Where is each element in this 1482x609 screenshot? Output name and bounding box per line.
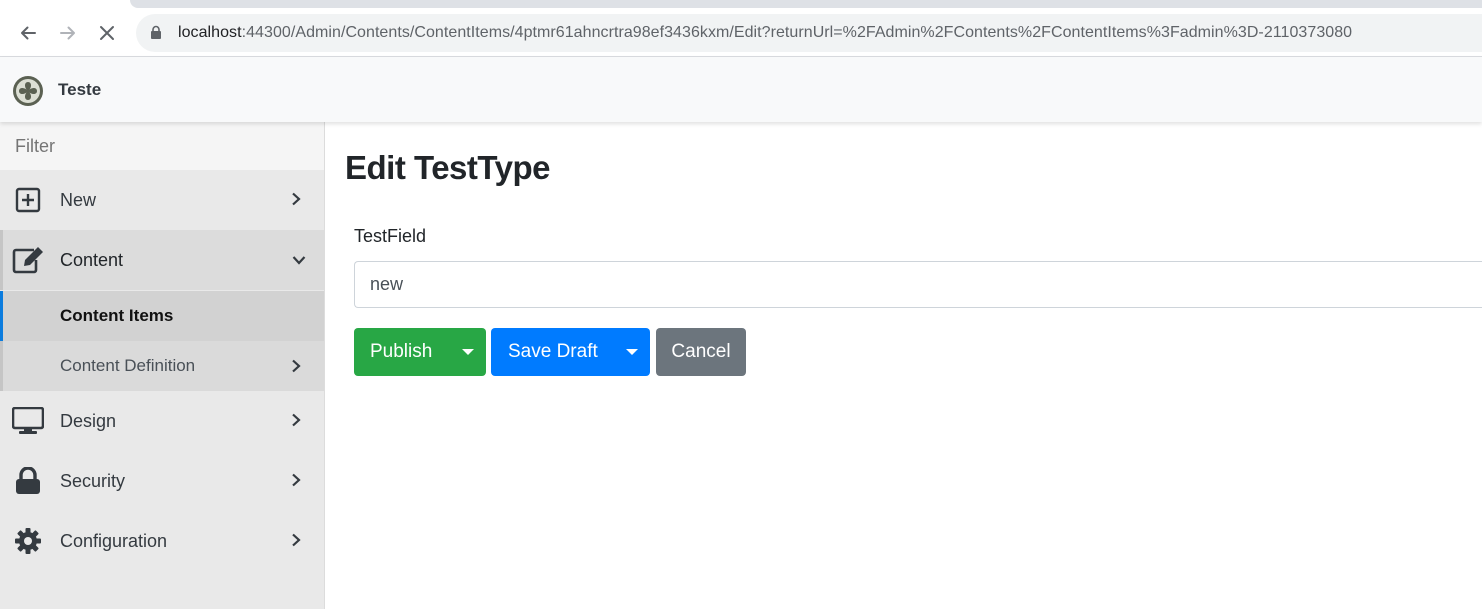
testfield-label: TestField bbox=[354, 226, 427, 246]
app-header: Teste bbox=[0, 57, 1482, 122]
sidebar-subitem-label: Content Items bbox=[60, 306, 174, 325]
browser-toolbar: localhost:44300/Admin/Contents/ContentIt… bbox=[0, 0, 1482, 57]
sidebar-item-design[interactable]: Design bbox=[0, 391, 324, 451]
publish-dropdown-toggle[interactable] bbox=[450, 328, 486, 376]
back-button[interactable] bbox=[12, 17, 44, 49]
caret-down-icon bbox=[462, 349, 474, 355]
close-icon bbox=[100, 26, 114, 40]
brand-name[interactable]: Teste bbox=[58, 80, 101, 100]
sidebar-item-label: Design bbox=[60, 410, 117, 431]
sidebar-item-label: Content bbox=[60, 249, 124, 270]
sidebar-item-content[interactable]: Content bbox=[0, 230, 324, 290]
arrow-left-icon bbox=[21, 26, 36, 40]
save-draft-button[interactable]: Save Draft bbox=[491, 328, 613, 376]
caret-down-icon bbox=[625, 349, 638, 355]
edit-icon bbox=[12, 245, 44, 275]
url-path: :44300/Admin/Contents/ContentItems/4ptmr… bbox=[241, 24, 1353, 41]
url-text: localhost:44300/Admin/Contents/ContentIt… bbox=[178, 24, 1352, 42]
sidebar-subitem-content-items[interactable]: Content Items bbox=[0, 291, 324, 341]
sidebar-subitem-content-definition[interactable]: Content Definition bbox=[0, 341, 324, 391]
sidebar-item-security[interactable]: Security bbox=[0, 451, 324, 511]
sidebar-filter bbox=[0, 122, 324, 170]
lock-icon bbox=[12, 466, 44, 496]
stop-loading-button[interactable] bbox=[91, 17, 123, 49]
chevron-right-icon bbox=[292, 413, 301, 427]
chevron-right-icon bbox=[292, 473, 301, 487]
save-draft-dropdown-toggle[interactable] bbox=[613, 328, 650, 376]
cancel-button[interactable]: Cancel bbox=[656, 328, 746, 376]
gear-icon bbox=[12, 526, 44, 556]
forward-button[interactable] bbox=[52, 17, 84, 49]
testfield-input[interactable] bbox=[354, 261, 1482, 308]
page-title: Edit TestType bbox=[345, 149, 550, 186]
desktop-icon bbox=[12, 406, 44, 436]
sidebar-item-configuration[interactable]: Configuration bbox=[0, 511, 324, 571]
chevron-right-icon bbox=[292, 533, 301, 547]
chevron-right-icon bbox=[292, 192, 301, 206]
chevron-down-icon bbox=[292, 256, 306, 265]
sidebar-item-label: New bbox=[60, 189, 97, 210]
sidebar-item-label: Configuration bbox=[60, 530, 168, 551]
arrow-right-icon bbox=[60, 26, 75, 40]
sidebar-item-label: Security bbox=[60, 470, 126, 491]
tab-strip bbox=[0, 0, 1482, 8]
sidebar-item-new[interactable]: New bbox=[0, 170, 324, 230]
publish-button[interactable]: Publish bbox=[354, 328, 450, 376]
address-bar[interactable]: localhost:44300/Admin/Contents/ContentIt… bbox=[136, 14, 1482, 52]
lock-icon bbox=[151, 25, 161, 39]
sidebar: New Content Content Items Content Defini… bbox=[0, 122, 325, 609]
brand-logo-icon[interactable] bbox=[12, 75, 44, 107]
chevron-right-icon bbox=[292, 359, 301, 373]
plus-square-icon bbox=[12, 185, 44, 215]
sidebar-subitem-label: Content Definition bbox=[60, 356, 196, 375]
filter-input[interactable] bbox=[15, 136, 305, 157]
main-content: Edit TestType TestField Publish Save Dra… bbox=[326, 122, 1482, 609]
url-host: localhost bbox=[178, 24, 242, 41]
